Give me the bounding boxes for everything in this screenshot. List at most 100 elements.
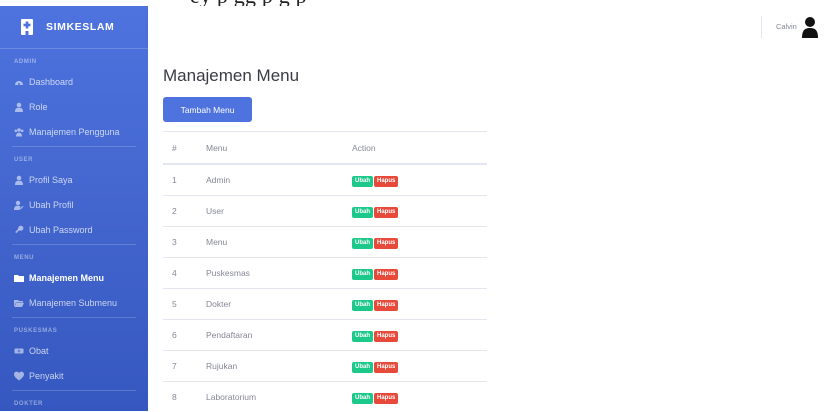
- edit-badge-button[interactable]: Ubah: [352, 176, 373, 187]
- row-menu-name: Menu: [206, 227, 352, 258]
- table-row: 3MenuUbahHapus: [163, 227, 487, 258]
- row-menu-name: Dokter: [206, 289, 352, 320]
- add-menu-button[interactable]: Tambah Menu: [163, 97, 252, 122]
- row-actions: UbahHapus: [352, 258, 487, 289]
- row-number: 5: [163, 289, 206, 320]
- column-header-number: #: [163, 132, 206, 165]
- edit-badge-button[interactable]: Ubah: [352, 207, 373, 218]
- menu-table: # Menu Action 1AdminUbahHapus2UserUbahHa…: [163, 131, 487, 412]
- delete-badge-button[interactable]: Hapus: [374, 331, 398, 342]
- sidebar-item-label: Dashboard: [29, 77, 73, 87]
- row-actions: UbahHapus: [352, 320, 487, 351]
- row-number: 2: [163, 196, 206, 227]
- capsule-icon: [14, 346, 24, 356]
- delete-badge-button[interactable]: Hapus: [374, 269, 398, 280]
- table-row: 4PuskesmasUbahHapus: [163, 258, 487, 289]
- table-row: 5DokterUbahHapus: [163, 289, 487, 320]
- sidebar-divider: [12, 244, 136, 245]
- table-row: 2UserUbahHapus: [163, 196, 487, 227]
- row-number: 7: [163, 351, 206, 382]
- user-avatar-icon[interactable]: [802, 16, 818, 38]
- row-number: 4: [163, 258, 206, 289]
- delete-badge-button[interactable]: Hapus: [374, 362, 398, 373]
- sidebar-divider: [12, 146, 136, 147]
- row-number: 8: [163, 382, 206, 412]
- column-header-action: Action: [352, 132, 487, 165]
- user-icon: [14, 175, 24, 185]
- table-row: 8LaboratoriumUbahHapus: [163, 382, 487, 412]
- sidebar-item-manajemen-pengguna[interactable]: Manajemen Pengguna: [0, 119, 148, 144]
- main-content: Manajemen Menu Tambah Menu # Menu Action…: [148, 48, 826, 411]
- user-name[interactable]: Calvin: [776, 22, 797, 31]
- delete-badge-button[interactable]: Hapus: [374, 176, 398, 187]
- row-actions: UbahHapus: [352, 289, 487, 320]
- sidebar: SIMKESLAM ADMIN Dashboard Role Manajemen Pe…: [0, 6, 148, 411]
- row-menu-name: Admin: [206, 164, 352, 196]
- sidebar-heading: ADMIN: [0, 55, 148, 69]
- sidebar-item-label: Penyakit: [29, 371, 64, 381]
- sidebar-brand[interactable]: SIMKESLAM: [0, 6, 148, 49]
- sidebar-item-label: Manajemen Pengguna: [29, 127, 120, 137]
- sidebar-item-role[interactable]: Role: [0, 94, 148, 119]
- sidebar-item-manajemen-menu[interactable]: Manajemen Menu: [0, 265, 148, 290]
- table-row: 7RujukanUbahHapus: [163, 351, 487, 382]
- sidebar-item-label: Manajemen Menu: [29, 273, 104, 283]
- sidebar-heading: PUSKESMAS: [0, 324, 148, 338]
- delete-badge-button[interactable]: Hapus: [374, 393, 398, 404]
- delete-badge-button[interactable]: Hapus: [374, 238, 398, 249]
- row-number: 1: [163, 164, 206, 196]
- edit-badge-button[interactable]: Ubah: [352, 238, 373, 249]
- table-header-row: # Menu Action: [163, 132, 487, 165]
- sidebar-item-label: Role: [29, 102, 48, 112]
- row-actions: UbahHapus: [352, 382, 487, 412]
- sidebar-heading: DOKTER: [0, 397, 148, 411]
- edit-badge-button[interactable]: Ubah: [352, 331, 373, 342]
- table-body: 1AdminUbahHapus2UserUbahHapus3MenuUbahHa…: [163, 164, 487, 412]
- folder-open-icon: [14, 298, 24, 308]
- sidebar-divider: [12, 390, 136, 391]
- sidebar-heading: MENU: [0, 251, 148, 265]
- delete-badge-button[interactable]: Hapus: [374, 207, 398, 218]
- sidebar-item-label: Obat: [29, 346, 49, 356]
- sidebar-item-ubah-profil[interactable]: Ubah Profil: [0, 192, 148, 217]
- row-actions: UbahHapus: [352, 164, 487, 196]
- sidebar-item-manajemen-submenu[interactable]: Manajemen Submenu: [0, 290, 148, 315]
- sidebar-item-penyakit[interactable]: Penyakit: [0, 363, 148, 388]
- row-number: 3: [163, 227, 206, 258]
- virus-icon: [14, 371, 24, 381]
- row-number: 6: [163, 320, 206, 351]
- row-actions: UbahHapus: [352, 351, 487, 382]
- sidebar-nav: ADMIN Dashboard Role Manajemen Pengguna USER…: [0, 55, 148, 411]
- row-menu-name: Pendaftaran: [206, 320, 352, 351]
- delete-badge-button[interactable]: Hapus: [374, 300, 398, 311]
- sidebar-heading: USER: [0, 153, 148, 167]
- sidebar-item-obat[interactable]: Obat: [0, 338, 148, 363]
- row-menu-name: Rujukan: [206, 351, 352, 382]
- sidebar-divider: [12, 317, 136, 318]
- edit-badge-button[interactable]: Ubah: [352, 362, 373, 373]
- row-actions: UbahHapus: [352, 196, 487, 227]
- user-edit-icon: [14, 200, 24, 210]
- column-header-menu: Menu: [206, 132, 352, 165]
- table-row: 6PendaftaranUbahHapus: [163, 320, 487, 351]
- row-actions: UbahHapus: [352, 227, 487, 258]
- hospital-icon: [20, 19, 34, 35]
- sidebar-item-label: Ubah Profil: [29, 200, 74, 210]
- row-menu-name: User: [206, 196, 352, 227]
- brand-name: SIMKESLAM: [46, 21, 114, 33]
- edit-badge-button[interactable]: Ubah: [352, 393, 373, 404]
- table-row: 1AdminUbahHapus: [163, 164, 487, 196]
- sidebar-item-label: Ubah Password: [29, 225, 93, 235]
- row-menu-name: Laboratorium: [206, 382, 352, 412]
- edit-badge-button[interactable]: Ubah: [352, 300, 373, 311]
- sidebar-item-label: Profil Saya: [29, 175, 73, 185]
- folder-icon: [14, 273, 24, 283]
- sidebar-item-dashboard[interactable]: Dashboard: [0, 69, 148, 94]
- sidebar-item-ubah-password[interactable]: Ubah Password: [0, 217, 148, 242]
- sidebar-item-profil-saya[interactable]: Profil Saya: [0, 167, 148, 192]
- key-icon: [14, 225, 24, 235]
- edit-badge-button[interactable]: Ubah: [352, 269, 373, 280]
- user-icon: [14, 102, 24, 112]
- users-icon: [14, 127, 24, 137]
- row-menu-name: Puskesmas: [206, 258, 352, 289]
